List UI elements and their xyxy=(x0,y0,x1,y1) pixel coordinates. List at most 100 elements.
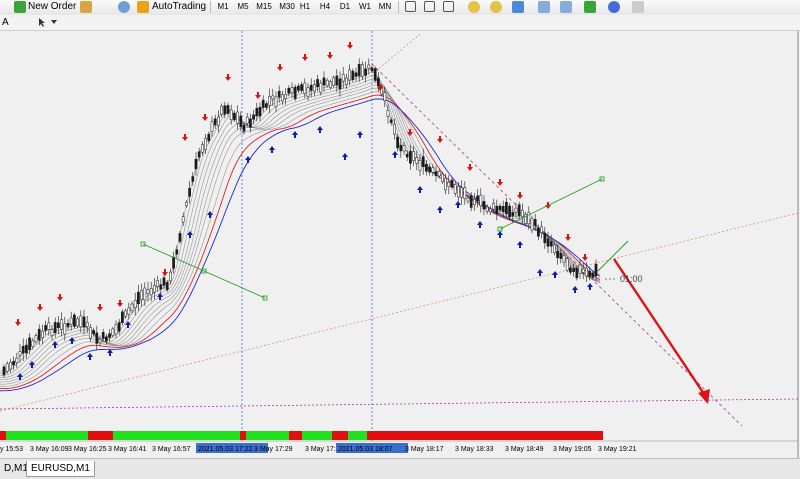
candle-body xyxy=(428,166,431,173)
candlestick-icon[interactable] xyxy=(424,1,435,12)
candle-body xyxy=(447,182,451,187)
indicators-icon[interactable] xyxy=(584,1,596,13)
candle-body xyxy=(124,310,127,317)
candle-body xyxy=(271,95,275,100)
candle-body xyxy=(178,233,182,242)
candle-body xyxy=(5,363,9,372)
timeframe-m15[interactable]: M15 xyxy=(253,0,275,14)
autotrading-button[interactable]: AutoTrading xyxy=(152,0,206,14)
candle-body xyxy=(281,94,284,102)
candle-body xyxy=(197,151,201,158)
candle-body xyxy=(85,321,89,327)
time-axis-label: 3 May 19:21 xyxy=(598,446,637,453)
time-axis-label: 2021.05.03 18:07 xyxy=(338,446,393,453)
candle-body xyxy=(332,77,335,86)
candle-body xyxy=(252,114,255,120)
candle-body xyxy=(521,209,524,218)
drawing-toolbar: A xyxy=(0,15,800,31)
options-icon[interactable] xyxy=(118,1,130,13)
candle-body xyxy=(469,195,473,208)
candle-body xyxy=(63,323,67,335)
candle-body xyxy=(492,203,495,210)
zoom-out-icon[interactable] xyxy=(490,1,502,13)
candle-body xyxy=(533,219,537,226)
timeframe-h4[interactable]: H4 xyxy=(316,0,334,14)
time-axis-label: 3 May 19:05 xyxy=(553,446,592,453)
dropdown-icon[interactable] xyxy=(51,20,57,25)
templates-icon[interactable] xyxy=(632,1,644,13)
timeframe-d1[interactable]: D1 xyxy=(336,0,354,14)
candle-body xyxy=(165,282,169,291)
time-axis-label: y 15:53 xyxy=(0,446,23,453)
candle-body xyxy=(140,290,143,301)
candle-body xyxy=(108,333,111,338)
timeframe-m5[interactable]: M5 xyxy=(234,0,252,14)
candle-body xyxy=(463,187,467,199)
line-chart-icon[interactable] xyxy=(443,1,454,12)
candle-body xyxy=(28,337,31,350)
periods-icon[interactable] xyxy=(608,1,620,13)
candle-body xyxy=(185,202,188,206)
price-chart[interactable]: 01:00 y 15:53 3 May 16:09 3 May 16:25 3 May… xyxy=(0,31,800,458)
candle-body xyxy=(220,105,223,115)
signal-bar-segment xyxy=(113,431,240,440)
candle-body xyxy=(393,124,396,135)
candle-body xyxy=(325,79,329,87)
chart-shift-icon[interactable] xyxy=(538,1,550,13)
candle-body xyxy=(242,124,246,132)
candle-body xyxy=(351,70,355,80)
new-order-button[interactable]: New Order xyxy=(28,0,76,14)
timeframe-m1[interactable]: M1 xyxy=(214,0,232,14)
candle-body xyxy=(527,212,531,224)
candle-body xyxy=(146,289,150,294)
candle-body xyxy=(239,115,243,128)
candle-body xyxy=(204,137,207,150)
candle-body xyxy=(233,112,236,120)
tile-windows-icon[interactable] xyxy=(512,1,524,13)
candle-body xyxy=(95,332,99,344)
candle-body xyxy=(53,322,57,334)
text-tool-button[interactable]: A xyxy=(2,16,9,30)
timeframe-m30[interactable]: M30 xyxy=(276,0,298,14)
candle-body xyxy=(396,136,399,149)
metaeditor-icon[interactable] xyxy=(80,1,92,13)
candle-body xyxy=(565,258,569,271)
candle-body xyxy=(34,335,38,343)
candle-body xyxy=(114,324,118,335)
tab-eurusd-m1[interactable]: EURUSD,M1 xyxy=(26,461,95,477)
candle-body xyxy=(585,267,588,277)
candle-body xyxy=(489,208,492,213)
candle-body xyxy=(117,322,121,332)
candle-body xyxy=(508,205,511,218)
timeframe-w1[interactable]: W1 xyxy=(356,0,374,14)
arrow-cursor-icon[interactable] xyxy=(38,17,50,28)
candle-body xyxy=(498,205,502,211)
candle-body xyxy=(338,78,342,90)
autoscroll-icon[interactable] xyxy=(560,1,572,13)
candle-body xyxy=(133,300,137,309)
new-order-icon[interactable] xyxy=(14,1,26,13)
candle-body xyxy=(258,106,262,117)
candle-body xyxy=(181,216,185,223)
candle-body xyxy=(229,109,233,120)
candle-body xyxy=(412,151,415,161)
candle-body xyxy=(277,90,281,98)
candle-body xyxy=(425,164,428,172)
candle-body xyxy=(18,351,22,356)
time-axis-label: 3 May 16:25 xyxy=(68,446,107,453)
zoom-in-icon[interactable] xyxy=(468,1,480,13)
candle-body xyxy=(537,227,540,237)
timeframe-h1[interactable]: H1 xyxy=(296,0,314,14)
bar-chart-icon[interactable] xyxy=(405,1,416,12)
candle-body xyxy=(588,270,591,277)
candle-body xyxy=(578,264,582,274)
candle-body xyxy=(485,206,489,212)
autotrading-icon[interactable] xyxy=(137,1,149,13)
candle-body xyxy=(514,207,518,213)
candle-body xyxy=(31,340,35,347)
timeframe-mn[interactable]: MN xyxy=(376,0,394,14)
candle-body xyxy=(188,188,191,197)
candle-body xyxy=(549,241,553,247)
candle-body xyxy=(213,118,217,126)
time-axis-label: 3 May 18:33 xyxy=(455,446,494,453)
